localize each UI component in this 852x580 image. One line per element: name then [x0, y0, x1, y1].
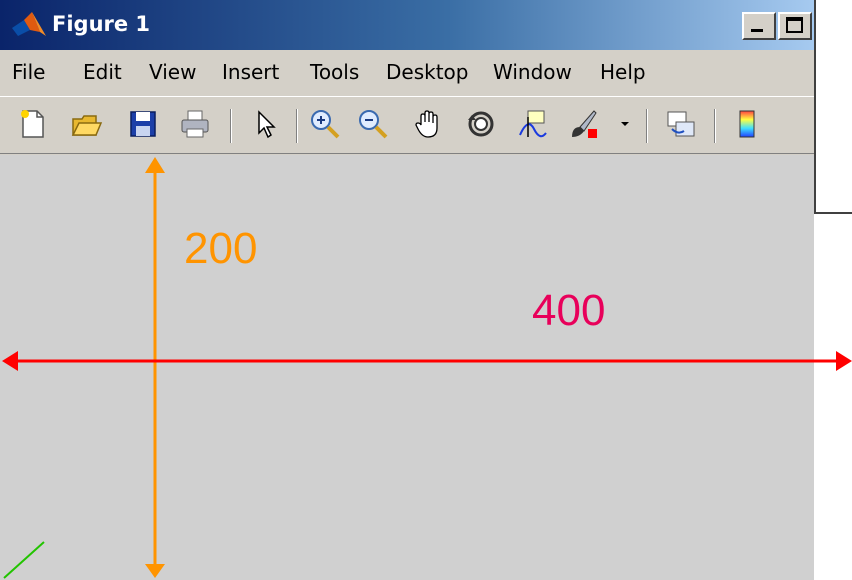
data-cursor-icon: [519, 110, 547, 138]
figure-toolbar: [0, 96, 814, 154]
minimize-button[interactable]: [742, 12, 776, 40]
menu-file[interactable]: File: [12, 60, 45, 84]
open-file-button[interactable]: [70, 107, 104, 141]
print-button[interactable]: [178, 107, 212, 141]
pan-hand-icon: [415, 110, 438, 138]
menu-tools[interactable]: Tools: [310, 60, 359, 84]
toolbar-separator: [714, 109, 716, 143]
menu-window[interactable]: Window: [493, 60, 572, 84]
toolbar-separator: [230, 109, 232, 143]
toolbar-separator: [296, 109, 298, 143]
brush-icon: [572, 110, 597, 138]
brush-button[interactable]: [566, 107, 600, 141]
title-bar[interactable]: Figure 1: [0, 0, 814, 50]
open-file-icon: [71, 115, 103, 136]
print-icon: [181, 110, 209, 138]
minimize-icon: [751, 29, 763, 32]
zoom-out-button[interactable]: [356, 107, 390, 141]
maximize-button[interactable]: [778, 12, 812, 40]
link-plot-icon: [667, 111, 695, 137]
save-icon: [130, 111, 156, 137]
colorbar-icon: [739, 110, 755, 138]
menu-desktop[interactable]: Desktop: [386, 60, 468, 84]
select-arrow-icon: [258, 110, 276, 139]
toolbar-separator: [646, 109, 648, 143]
colorbar-button[interactable]: [730, 107, 764, 141]
rotate-3d-button[interactable]: [464, 107, 498, 141]
new-figure-icon: [21, 110, 44, 138]
brush-dropdown-button[interactable]: [616, 107, 634, 141]
maximize-icon: [786, 17, 803, 33]
matlab-logo-icon: [12, 12, 46, 36]
pan-button[interactable]: [412, 107, 446, 141]
new-figure-button[interactable]: [16, 107, 50, 141]
adjacent-window-edge: [814, 0, 852, 214]
menu-insert[interactable]: Insert: [222, 60, 279, 84]
link-plot-button[interactable]: [664, 107, 698, 141]
zoom-in-button[interactable]: [308, 107, 342, 141]
zoom-in-icon: [311, 110, 340, 139]
figure-window: Figure 1 File Edit View Insert Tools Des…: [0, 0, 814, 580]
horizontal-dimension-label: 400: [532, 286, 606, 335]
rotate-3d-icon: [468, 111, 494, 137]
figure-canvas[interactable]: [0, 155, 814, 580]
save-button[interactable]: [126, 107, 160, 141]
menu-help[interactable]: Help: [600, 60, 646, 84]
menu-edit[interactable]: Edit: [83, 60, 122, 84]
dropdown-arrow-icon: [621, 122, 629, 126]
select-button[interactable]: [248, 107, 282, 141]
data-cursor-button[interactable]: [516, 107, 550, 141]
vertical-dimension-label: 200: [184, 224, 258, 273]
window-title: Figure 1: [52, 12, 151, 36]
menu-bar: File Edit View Insert Tools Desktop Wind…: [0, 50, 814, 96]
menu-view[interactable]: View: [149, 60, 196, 84]
zoom-out-icon: [359, 110, 388, 139]
